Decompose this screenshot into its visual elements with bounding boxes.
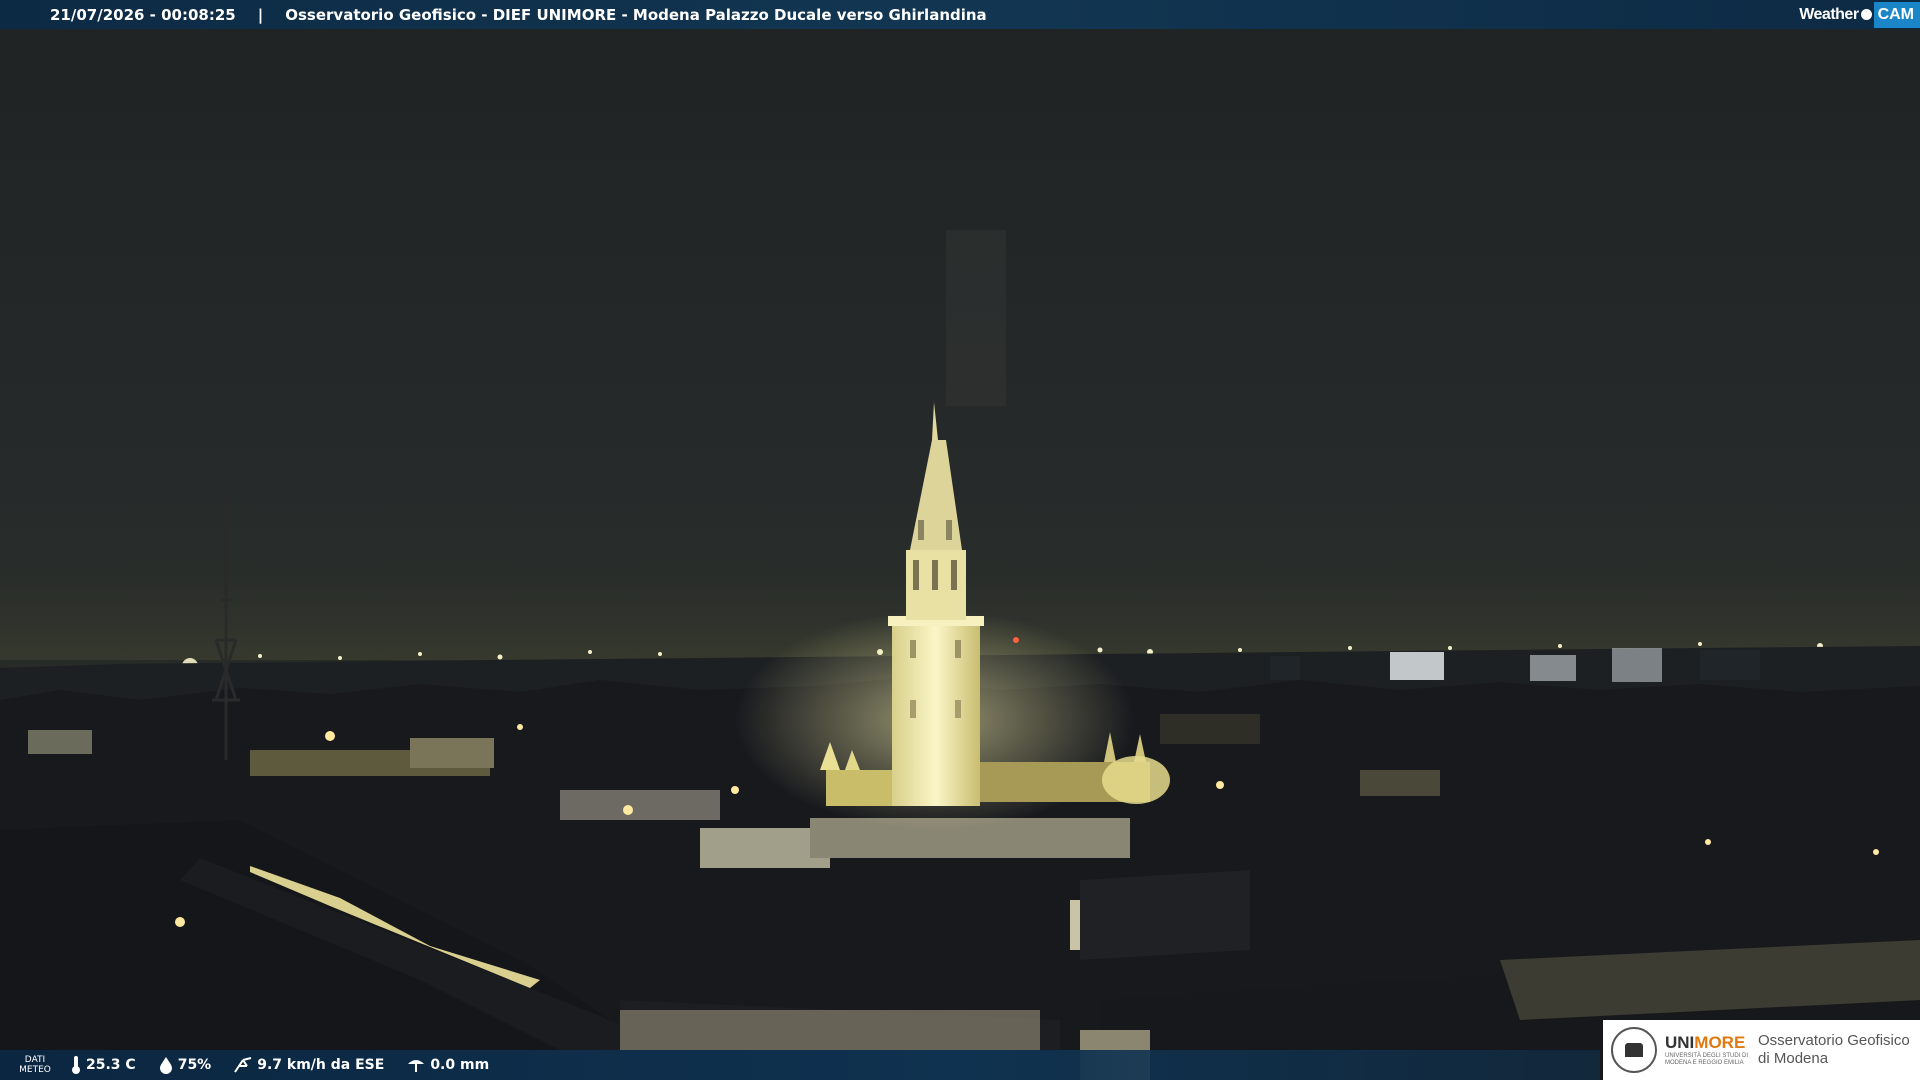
weathercam-logo-dot-icon [1860,9,1872,20]
rain-gauge-icon [408,1060,425,1072]
wind-value: 9.7 km/h da ESE [257,1057,385,1073]
unimore-subtitle: UNIVERSITÀ DEGLI STUDI DI MODENA E REGGI… [1665,1053,1748,1067]
humidity-drop-icon [159,1057,172,1074]
unimore-name-more: MORE [1694,1033,1746,1052]
weathercam-logo-cam: CAM [1873,1,1920,28]
weather-data-label-line2: METEO [19,1065,51,1075]
night-cityscape [0,230,1920,1080]
banner-separator: | [257,5,264,24]
weather-data-bar: DATI METEO 25.3 C 75% 9.7 km/h da ESE 0.… [0,1050,1600,1080]
humidity-value: 75% [177,1057,212,1073]
top-banner: 21/07/2026 - 00:08:25 | Osservatorio Geo… [0,0,1920,29]
wind-reading: 9.7 km/h da ESE [233,1056,384,1074]
timestamp: 21/07/2026 - 00:08:25 [50,5,236,24]
humidity-reading: 75% [158,1056,212,1074]
unimore-name-uni: UNI [1665,1033,1695,1052]
temperature-reading: 25.3 C [70,1055,136,1075]
weathercam-logo-weather: Weather [1799,5,1859,23]
unimore-subtitle-line2: MODENA E REGGIO EMILIA [1665,1060,1744,1066]
camera-title: Osservatorio Geofisico - DIEF UNIMORE - … [285,5,987,24]
temperature-value: 25.3 C [86,1057,136,1073]
observatory-name-line2: di Modena [1758,1050,1829,1067]
rain-value: 0.0 mm [430,1057,490,1073]
webcam-frame: 21/07/2026 - 00:08:25 | Osservatorio Geo… [0,0,1920,1080]
unimore-subtitle-line1: UNIVERSITÀ DEGLI STUDI DI [1665,1053,1749,1059]
unimore-name: UNIMORE [1665,1033,1748,1053]
observatory-name-line1: Osservatorio Geofisico [1758,1032,1910,1049]
lens-reflection [946,230,1006,406]
weather-data-label: DATI METEO [0,1055,70,1075]
unimore-logo-box: UNIMORE UNIVERSITÀ DEGLI STUDI DI MODENA… [1603,1020,1920,1080]
university-seal-icon [1611,1027,1657,1073]
thermometer-icon [72,1056,80,1074]
unimore-wordmark: UNIMORE UNIVERSITÀ DEGLI STUDI DI MODENA… [1665,1033,1748,1067]
rain-reading: 0.0 mm [406,1056,489,1074]
observatory-name: Osservatorio Geofisico di Modena [1758,1032,1910,1068]
weather-data-label-line1: DATI [24,1055,46,1065]
wind-icon [234,1057,252,1073]
weathercam-logo: Weather CAM [1799,0,1920,29]
